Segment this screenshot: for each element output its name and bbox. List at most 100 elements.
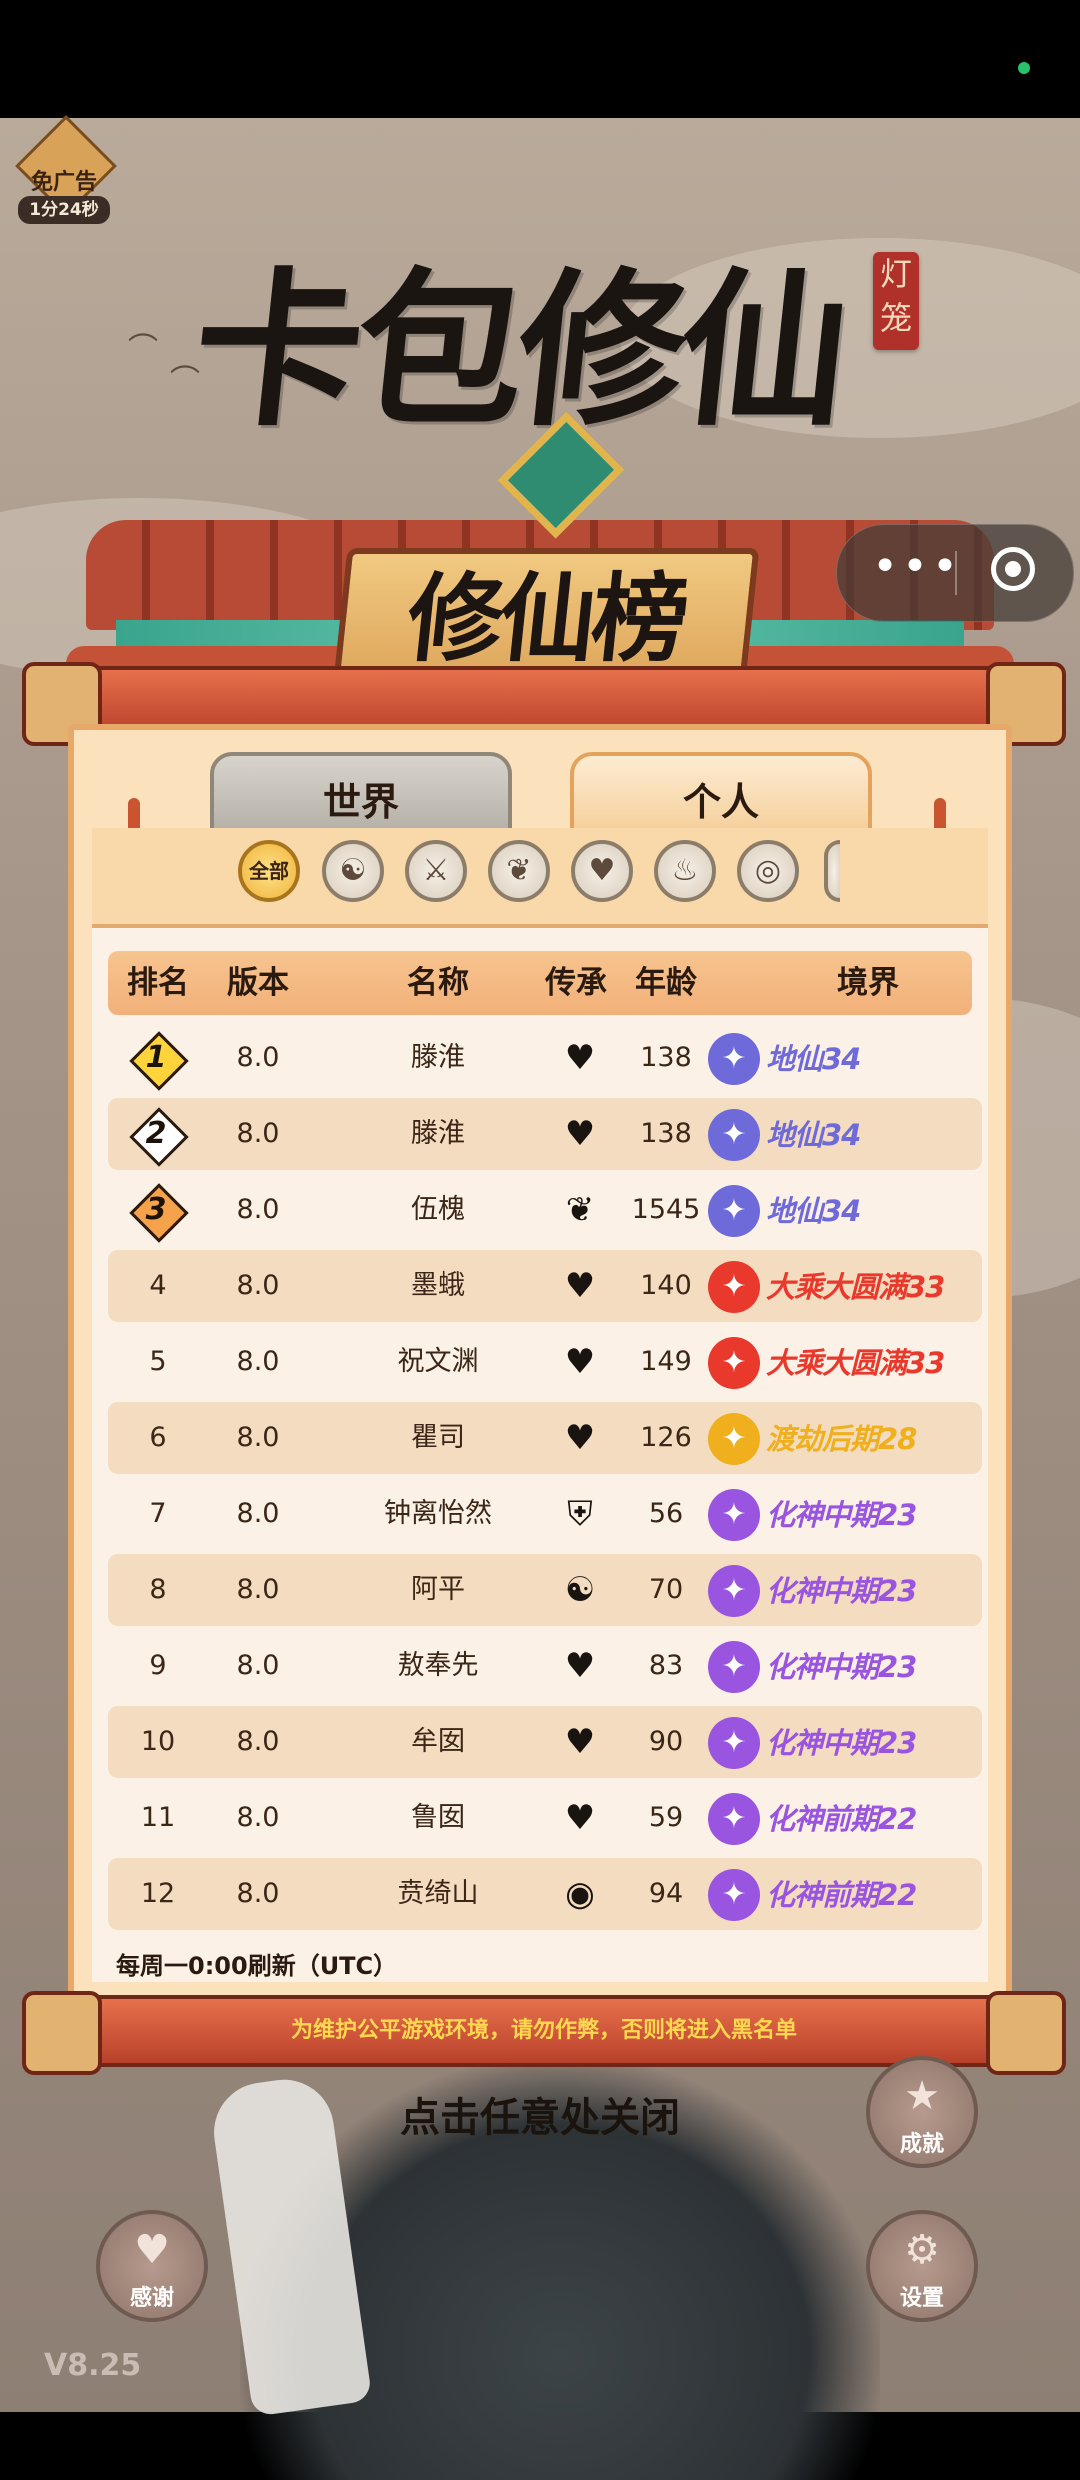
table-row[interactable]: 11 8.0 鲁囡 59 ♥ ✦ 化神前期22: [108, 1782, 982, 1854]
cell-name: 墨蛾: [411, 1270, 465, 1301]
cell-realm: ✦ 化神前期22: [708, 1782, 998, 1854]
cell-version: 8.0: [236, 1194, 280, 1225]
cell-realm: ✦ 大乘大圆满33: [708, 1250, 998, 1322]
cell-name: 阿平: [411, 1574, 465, 1605]
realm-emblem-icon: ✦: [708, 1564, 760, 1617]
camera-indicator-dot: [1018, 62, 1030, 74]
table-row[interactable]: 1 8.0 滕淮 138 ♥ ✦ 地仙34: [108, 1022, 982, 1094]
free-ad-label: 免广告: [30, 170, 97, 195]
heart-icon: ♥: [564, 1722, 596, 1762]
cell-name: 滕淮: [411, 1118, 465, 1149]
cell-age: 70: [648, 1574, 684, 1605]
thanks-button[interactable]: ♥ 感谢: [96, 2210, 208, 2322]
free-ad-button[interactable]: 免广告 1分24秒: [12, 115, 117, 230]
header-name: 名称: [407, 965, 469, 1001]
realm-label: 地仙34: [766, 1117, 861, 1152]
rank-number: 3: [145, 1192, 167, 1227]
cell-realm: ✦ 大乘大圆满33: [708, 1326, 998, 1398]
realm-emblem-icon: ✦: [708, 1184, 760, 1237]
filter-flame-icon[interactable]: ♨: [654, 840, 716, 902]
tab-personal[interactable]: 个人: [570, 752, 872, 836]
gift-heart-icon: ♥: [134, 2227, 170, 2273]
realm-emblem-icon: ✦: [708, 1412, 760, 1465]
table-row[interactable]: 6 8.0 瞿司 126 ♥ ✦ 渡劫后期28: [108, 1402, 982, 1474]
lotus-icon: ❦: [565, 1190, 595, 1230]
miniprogram-capsule: •••: [836, 524, 1074, 622]
table-row[interactable]: 2 8.0 滕淮 138 ♥ ✦ 地仙34: [108, 1098, 982, 1170]
cell-realm: ✦ 地仙34: [708, 1022, 998, 1094]
thanks-label: 感谢: [129, 2286, 174, 2311]
table-row[interactable]: 12 8.0 贲绮山 94 ◉ ✦ 化神前期22: [108, 1858, 982, 1930]
realm-label: 地仙34: [766, 1041, 861, 1076]
heart-icon: ♥: [564, 1798, 596, 1838]
cell-name: 钟离怡然: [384, 1498, 492, 1529]
settings-button[interactable]: ⚙ 设置: [866, 2210, 978, 2322]
filter-all-button[interactable]: 全部: [238, 840, 300, 902]
table-row[interactable]: 7 8.0 钟离怡然 56 ⛨ ✦ 化神中期23: [108, 1478, 982, 1550]
cell-name: 敖奉先: [397, 1650, 479, 1681]
cell-realm: ✦ 化神前期22: [708, 1858, 998, 1930]
close-miniprogram-icon[interactable]: [991, 547, 1035, 591]
rank-number: 5: [149, 1346, 167, 1377]
table-row[interactable]: 9 8.0 敖奉先 83 ♥ ✦ 化神中期23: [108, 1630, 982, 1702]
cell-age: 138: [640, 1118, 692, 1149]
rank-badge-icon: 2: [129, 1107, 189, 1167]
rank-number: 4: [149, 1270, 167, 1301]
realm-emblem-icon: ✦: [708, 1032, 760, 1085]
cell-version: 8.0: [236, 1422, 280, 1453]
shield-icon: ⛨: [567, 1494, 593, 1534]
table-row[interactable]: 5 8.0 祝文渊 149 ♥ ✦ 大乘大圆满33: [108, 1326, 982, 1398]
status-bar: [0, 0, 1080, 118]
cell-version: 8.0: [236, 1346, 280, 1377]
filter-lotus-icon[interactable]: ❦: [488, 840, 550, 902]
lantern-seal: 灯笼: [873, 252, 919, 350]
capsule-divider: [955, 551, 957, 595]
cell-age: 90: [648, 1726, 684, 1757]
rank-badge-icon: 1: [129, 1031, 189, 1091]
cell-version: 8.0: [236, 1802, 280, 1833]
table-row[interactable]: 10 8.0 牟囡 90 ♥ ✦ 化神中期23: [108, 1706, 982, 1778]
realm-label: 大乘大圆满33: [766, 1345, 945, 1380]
cell-realm: ✦ 渡劫后期28: [708, 1402, 998, 1474]
achievement-label: 成就: [899, 2132, 944, 2157]
realm-emblem-icon: ✦: [708, 1640, 760, 1693]
table-row[interactable]: 3 8.0 伍槐 1545 ❦ ✦ 地仙34: [108, 1174, 982, 1246]
rank-number: 11: [140, 1802, 176, 1833]
achievement-button[interactable]: ★ 成就: [866, 2056, 978, 2168]
cell-age: 149: [640, 1346, 692, 1377]
filter-spiral-icon[interactable]: ◎: [737, 840, 799, 902]
rank-number: 12: [140, 1878, 176, 1909]
gear-icon: ⚙: [904, 2227, 940, 2273]
header-realm: 境界: [837, 965, 899, 1001]
refresh-note: 每周一0:00刷新（UTC）: [116, 1952, 398, 1980]
filter-yin-yang-icon[interactable]: ☯: [322, 840, 384, 902]
cell-realm: ✦ 化神中期23: [708, 1554, 998, 1626]
realm-emblem-icon: ✦: [708, 1488, 760, 1541]
filter-heart-icon[interactable]: ♥: [571, 840, 633, 902]
cell-age: 56: [648, 1498, 684, 1529]
heart-icon: ♥: [564, 1114, 596, 1154]
cell-name: 伍槐: [411, 1194, 465, 1225]
free-ad-timer: 1分24秒: [18, 196, 110, 224]
star-icon: ★: [904, 2073, 940, 2119]
rank-number: 6: [149, 1422, 167, 1453]
realm-emblem-icon: ✦: [708, 1336, 760, 1389]
cell-version: 8.0: [236, 1118, 280, 1149]
realm-emblem-icon: ✦: [708, 1108, 760, 1161]
cell-version: 8.0: [236, 1650, 280, 1681]
game-title: 卡包修仙: [184, 251, 853, 449]
header-age: 年龄: [635, 965, 697, 1001]
filter-sword-icon[interactable]: ⚔: [405, 840, 467, 902]
heart-icon: ♥: [564, 1266, 596, 1306]
heart-icon: ♥: [564, 1646, 596, 1686]
realm-emblem-icon: ✦: [708, 1716, 760, 1769]
rank-number: 7: [149, 1498, 167, 1529]
scroll-bottom-rod: 为维护公平游戏环境，请勿作弊，否则将进入黑名单: [22, 1991, 1066, 2075]
heart-icon: ♥: [564, 1038, 596, 1078]
table-row[interactable]: 8 8.0 阿平 70 ☯ ✦ 化神中期23: [108, 1554, 982, 1626]
more-menu-button[interactable]: •••: [867, 525, 967, 621]
cell-age: 83: [648, 1650, 684, 1681]
tab-world[interactable]: 世界: [210, 752, 512, 836]
table-row[interactable]: 4 8.0 墨蛾 140 ♥ ✦ 大乘大圆满33: [108, 1250, 982, 1322]
filter-more-icon[interactable]: [824, 840, 840, 902]
